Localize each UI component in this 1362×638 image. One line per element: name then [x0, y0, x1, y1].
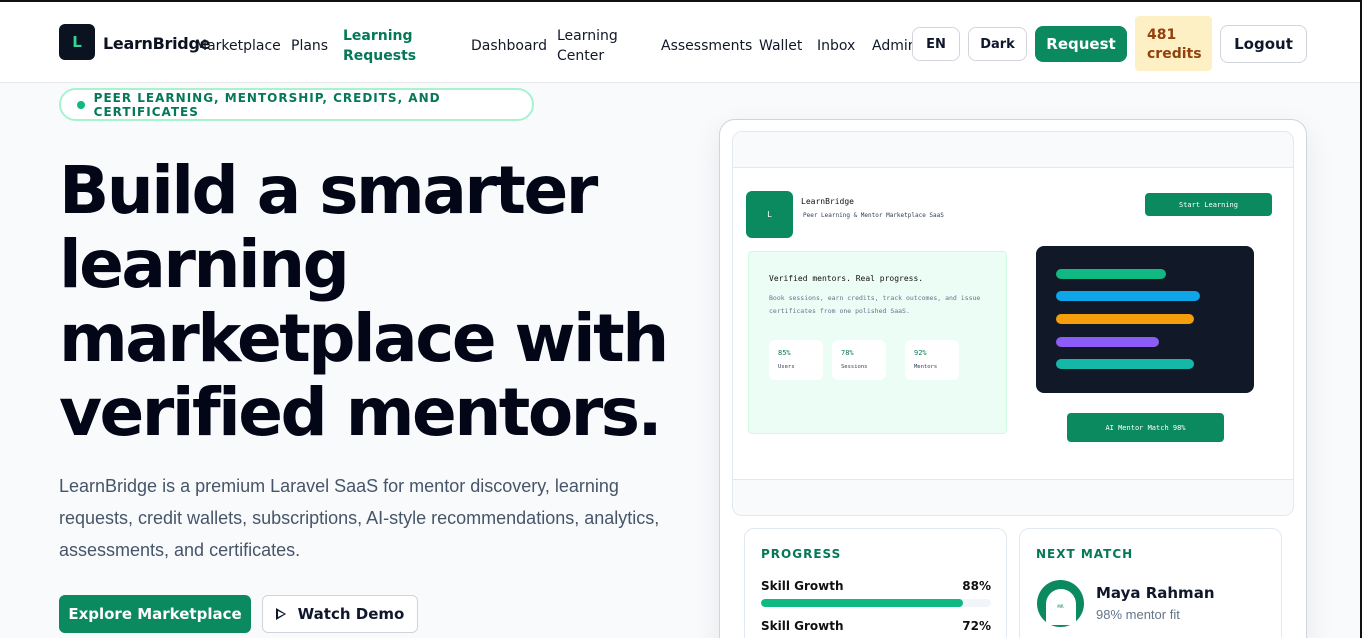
credits-badge: 481 credits [1135, 16, 1212, 71]
progress-heading: PROGRESS [761, 547, 842, 561]
top-navbar: L LearnBridge Marketplace Plans Learning… [0, 2, 1360, 83]
progress-percent: 88% [962, 579, 991, 593]
preview-start-learning-button: Start Learning [1145, 193, 1272, 216]
preview-logo: L [746, 191, 793, 238]
hero-title: Build a smarter learning marketplace wit… [59, 152, 669, 451]
next-match-card: NEXT MATCH MR Maya Rahman 98% mentor fit [1019, 528, 1282, 638]
progress-percent: 72% [962, 619, 991, 633]
status-dot-icon [77, 100, 85, 109]
code-line [1056, 359, 1194, 369]
hero-pill-text: PEER LEARNING, MENTORSHIP, CREDITS, AND … [93, 90, 441, 119]
preview-stat-mentors: 92% Mentors [905, 340, 959, 380]
progress-label: Skill Growth [761, 579, 844, 593]
code-line [1056, 291, 1200, 301]
preview-code-block [1036, 246, 1254, 393]
preview-stat-sessions: 78% Sessions [832, 340, 886, 380]
stat-value: 78% [841, 349, 854, 357]
play-icon [275, 608, 286, 620]
logout-button[interactable]: Logout [1220, 25, 1307, 63]
progress-card: PROGRESS Skill Growth 88% Skill Growth 7… [744, 528, 1007, 638]
preview-brand: LearnBridge [801, 197, 854, 206]
stat-label: Sessions [841, 364, 868, 370]
nav-link-dashboard[interactable]: Dashboard [471, 36, 547, 56]
stat-label: Mentors [914, 364, 938, 370]
request-button[interactable]: Request [1035, 26, 1127, 62]
preview-tagline: Peer Learning & Mentor Marketplace SaaS [803, 212, 944, 219]
explore-marketplace-button[interactable]: Explore Marketplace [59, 595, 251, 633]
avatar[interactable]: MR [1037, 580, 1084, 627]
nav-link-learning-requests[interactable]: Learning Requests [343, 26, 423, 66]
code-line [1056, 269, 1166, 279]
stat-label: Users [778, 364, 795, 370]
language-button[interactable]: EN [912, 27, 960, 61]
code-line [1056, 314, 1194, 324]
nav-link-wallet[interactable]: Wallet [759, 36, 802, 56]
avatar-initials: MR [1045, 588, 1076, 625]
preview-info-panel: Verified mentors. Real progress. Book se… [748, 251, 1007, 434]
nav-link-learning-center[interactable]: Learning Center [557, 26, 627, 66]
credits-label: credits [1147, 46, 1202, 62]
preview-panel-description: Book sessions, earn credits, track outco… [769, 294, 981, 315]
hero-pill-badge: PEER LEARNING, MENTORSHIP, CREDITS, AND … [59, 88, 534, 121]
credits-value: 481 [1147, 27, 1177, 43]
nav-link-admin[interactable]: Admin [872, 36, 912, 56]
logo-mark[interactable]: L [59, 24, 95, 60]
progress-label: Skill Growth [761, 619, 844, 633]
watch-demo-label: Watch Demo [297, 605, 405, 623]
code-line [1056, 337, 1159, 347]
nav-link-marketplace[interactable]: Marketplace [195, 36, 281, 56]
nav-link-inbox[interactable]: Inbox [817, 36, 855, 56]
watch-demo-button[interactable]: Watch Demo [262, 595, 418, 633]
nav-link-assessments[interactable]: Assessments [661, 36, 752, 56]
mentor-fit: 98% mentor fit [1096, 607, 1180, 622]
next-match-heading: NEXT MATCH [1036, 547, 1134, 561]
preview-top-bar [733, 132, 1293, 168]
preview-panel-title: Verified mentors. Real progress. [769, 274, 924, 283]
progress-fill [761, 599, 964, 607]
preview-bottom-bar [733, 479, 1293, 515]
mentor-name[interactable]: Maya Rahman [1096, 584, 1215, 602]
preview-stat-users: 85% Users [769, 340, 823, 380]
hero-description: LearnBridge is a premium Laravel SaaS fo… [59, 476, 660, 560]
preview-ai-match-button: AI Mentor Match 98% [1067, 413, 1224, 442]
stat-value: 92% [914, 349, 927, 357]
stat-value: 85% [778, 349, 791, 357]
nav-link-plans[interactable]: Plans [291, 36, 328, 56]
progress-track [761, 599, 991, 607]
theme-toggle-button[interactable]: Dark [968, 27, 1027, 61]
product-preview-screenshot: L LearnBridge Peer Learning & Mentor Mar… [732, 131, 1294, 516]
